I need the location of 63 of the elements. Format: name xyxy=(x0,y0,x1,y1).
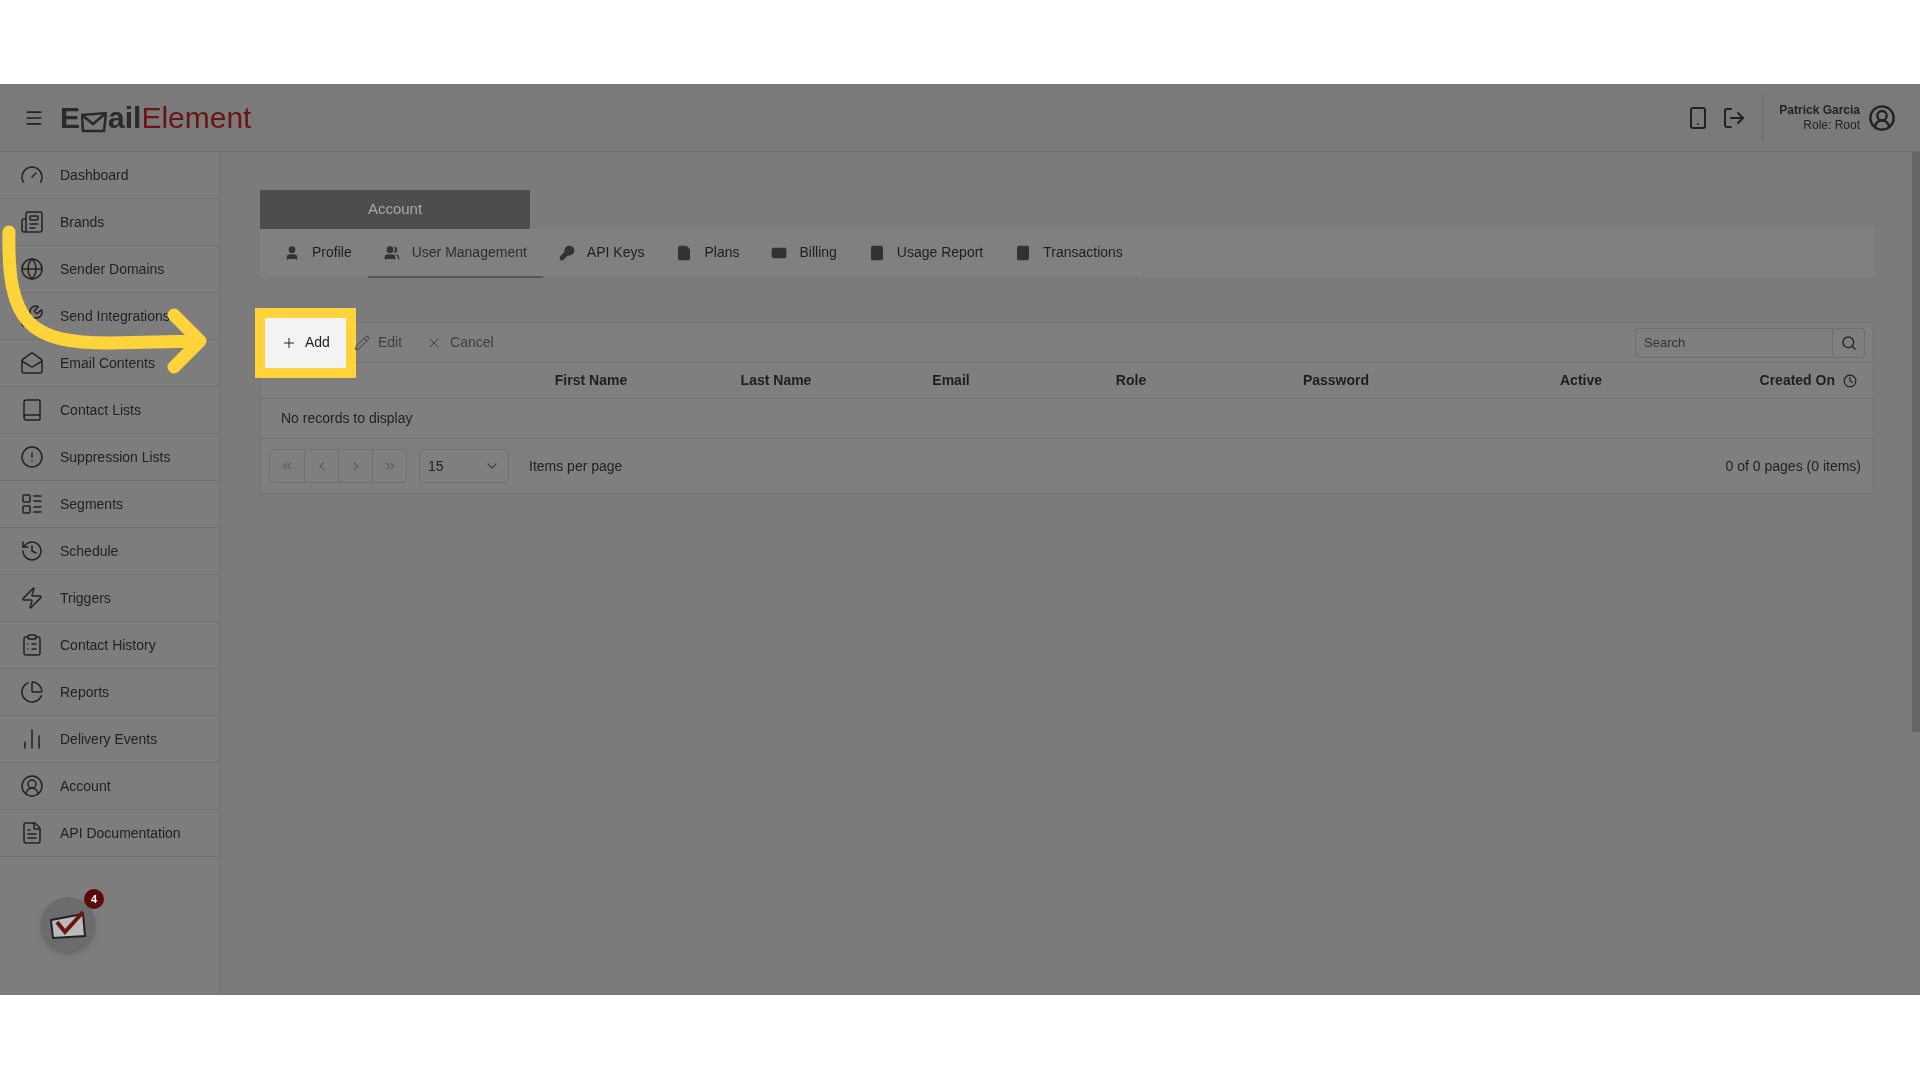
logo: E ailElement xyxy=(60,102,252,133)
wrench-icon xyxy=(20,304,44,328)
envelope-icon xyxy=(20,351,44,375)
page-size-label: Items per page xyxy=(529,456,623,476)
sidebar-item[interactable]: Triggers xyxy=(0,575,219,622)
tab[interactable]: Transactions xyxy=(999,229,1139,278)
book-icon xyxy=(20,398,44,422)
list-icon xyxy=(20,492,44,516)
sidebar-item[interactable]: Email Contents xyxy=(0,340,219,387)
tab[interactable]: Billing xyxy=(755,229,853,278)
tab[interactable]: Plans xyxy=(660,229,756,278)
sidebar-item[interactable]: Sender Domains xyxy=(0,246,219,293)
user-role: Role: Root xyxy=(1803,117,1860,133)
envelope-icon xyxy=(81,110,107,133)
column-header[interactable]: Active xyxy=(1441,370,1721,391)
sidebar-item[interactable]: Schedule xyxy=(0,528,219,575)
lightning-icon xyxy=(20,586,44,610)
pager-summary: 0 of 0 pages (0 items) xyxy=(1725,456,1862,476)
sidebar-item[interactable]: Brands xyxy=(0,199,219,246)
sidebar-item[interactable]: Contact Lists xyxy=(0,387,219,434)
search-button[interactable] xyxy=(1833,327,1865,358)
sidebar-item[interactable]: Suppression Lists xyxy=(0,434,219,481)
search-field[interactable]: Search xyxy=(1635,327,1833,358)
sidebar-item[interactable]: Account xyxy=(0,763,219,810)
tab[interactable]: API Keys xyxy=(542,229,661,278)
user-circle-icon xyxy=(20,774,44,798)
user-name: Patrick Garcia xyxy=(1779,102,1860,118)
tab[interactable]: Profile xyxy=(268,229,368,278)
column-header[interactable]: Password xyxy=(1231,370,1441,391)
sidebar-item[interactable]: Send Integrations xyxy=(0,293,219,340)
column-header[interactable]: First Name xyxy=(501,370,681,391)
column-header[interactable]: Email xyxy=(871,370,1031,391)
sidebar-item[interactable]: API Documentation xyxy=(0,810,219,857)
key-icon xyxy=(558,244,575,261)
user-avatar-icon[interactable] xyxy=(1868,103,1896,132)
sidebar-item[interactable]: Delivery Events xyxy=(0,716,219,763)
mail-launcher-button[interactable] xyxy=(40,897,96,953)
clock-icon[interactable] xyxy=(1843,373,1857,388)
page-size-select[interactable]: 15 xyxy=(419,449,509,483)
exit-icon[interactable] xyxy=(1722,105,1747,130)
sidebar-item[interactable]: Segments xyxy=(0,481,219,528)
sidebar-item[interactable]: Contact History xyxy=(0,622,219,669)
toolbar-button[interactable]: Add xyxy=(269,327,342,358)
clipboard-icon xyxy=(20,633,44,657)
page-title: Account xyxy=(260,190,530,229)
people-icon xyxy=(383,244,400,261)
column-header[interactable]: Role xyxy=(1031,370,1231,391)
pie-chart-icon xyxy=(20,680,44,704)
empty-message: No records to display xyxy=(281,409,413,428)
envelope-check-icon xyxy=(49,910,87,940)
notification-badge: 4 xyxy=(84,889,104,909)
sidebar-item[interactable]: Dashboard xyxy=(0,152,219,199)
history-icon xyxy=(20,539,44,563)
alert-icon xyxy=(20,445,44,469)
sidebar-item[interactable]: Reports xyxy=(0,669,219,716)
column-header[interactable]: Last Name xyxy=(681,370,871,391)
tab[interactable]: Usage Report xyxy=(852,229,1000,278)
pencil-icon xyxy=(353,334,370,351)
globe-icon xyxy=(20,257,44,281)
column-header[interactable]: Created On xyxy=(1759,370,1835,391)
search-icon xyxy=(1840,334,1857,351)
person-icon xyxy=(284,244,300,261)
tab[interactable]: User Management xyxy=(367,229,543,278)
